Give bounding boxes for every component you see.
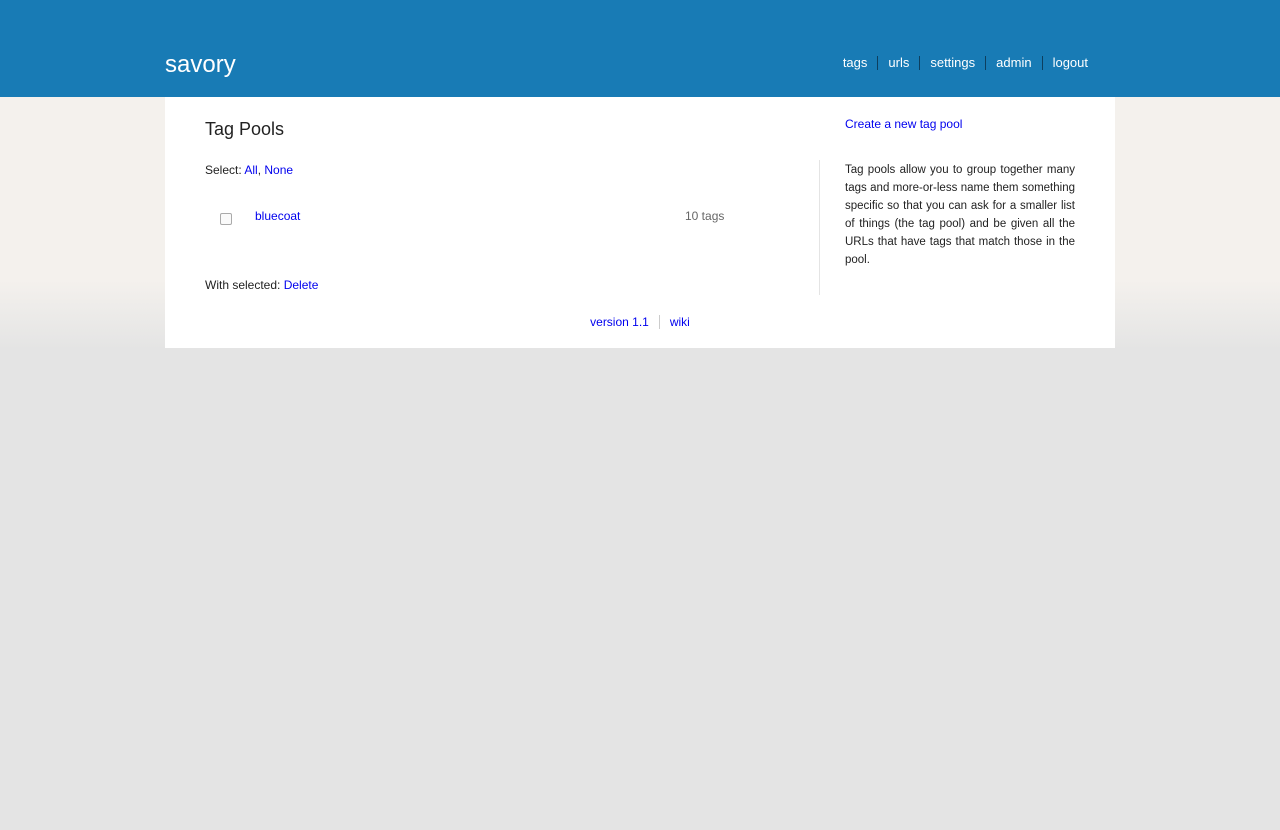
nav-urls-link[interactable]: urls (878, 55, 919, 71)
nav-settings-link[interactable]: settings (920, 55, 985, 71)
page-title: Tag Pools (205, 119, 285, 139)
content-panel: Tag Pools Select: All, None bluecoat 10 … (165, 97, 1115, 348)
bulk-actions: With selected: Delete (205, 278, 318, 292)
pool-name-link[interactable]: bluecoat (255, 209, 300, 223)
nav-admin-link[interactable]: admin (986, 55, 1041, 71)
main-nav: tags urls settings admin logout (833, 55, 1098, 71)
tag-pool-row: bluecoat 10 tags (205, 207, 725, 231)
create-tag-pool-link[interactable]: Create a new tag pool (845, 117, 962, 131)
column-divider (819, 160, 820, 295)
tag-pool-description: Tag pools allow you to group together ma… (845, 164, 1075, 266)
footer-links: version 1.1 wiki (165, 314, 1115, 330)
select-separator: , (257, 163, 262, 177)
pool-tag-count: 10 tags (685, 209, 725, 223)
version-link[interactable]: version 1.1 (580, 315, 659, 329)
with-selected-label: With selected: (205, 278, 281, 292)
header-bar: savory tags urls settings admin logout (0, 0, 1280, 97)
select-controls: Select: All, None (205, 163, 293, 177)
brand-logo[interactable]: savory (165, 51, 236, 79)
select-none-link[interactable]: None (264, 163, 293, 177)
delete-link[interactable]: Delete (284, 278, 319, 292)
pool-checkbox[interactable] (220, 213, 232, 225)
nav-tags-link[interactable]: tags (833, 55, 878, 71)
nav-logout-link[interactable]: logout (1043, 55, 1098, 71)
select-label: Select: (205, 163, 242, 177)
select-all-link[interactable]: All (244, 163, 257, 177)
wiki-link[interactable]: wiki (660, 315, 700, 329)
